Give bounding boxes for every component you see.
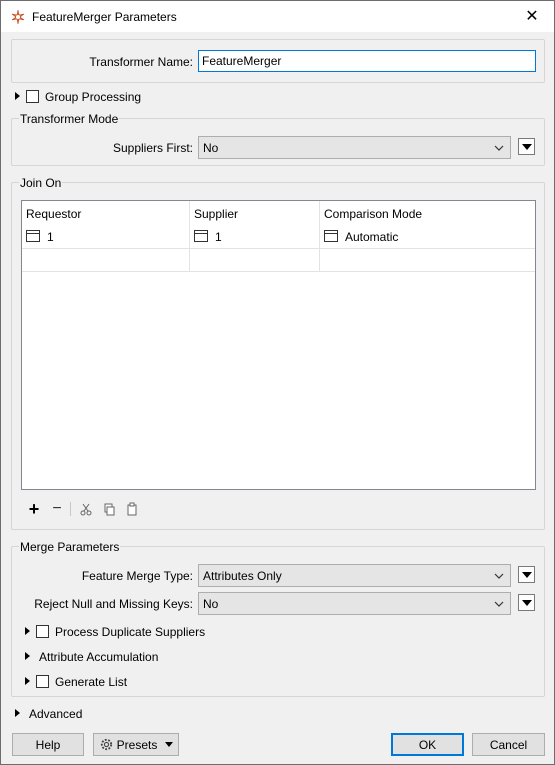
feature-merge-type-value: Attributes Only <box>203 569 282 583</box>
supplier-cell[interactable]: 1 <box>215 230 222 244</box>
reject-null-menu-button[interactable] <box>518 594 535 611</box>
requestor-cell[interactable]: 1 <box>47 230 54 244</box>
attribute-picker-icon[interactable] <box>194 230 208 242</box>
process-duplicate-checkbox[interactable] <box>36 625 49 638</box>
ok-button-label: OK <box>418 737 437 752</box>
generate-list-label: Generate List <box>55 675 128 689</box>
reject-null-label: Reject Null and Missing Keys: <box>34 597 193 611</box>
ok-button[interactable]: OK <box>391 733 464 756</box>
row-divider <box>22 271 535 272</box>
generate-list-expander[interactable] <box>25 677 30 685</box>
merge-parameters-group-label: Merge Parameters <box>19 540 121 554</box>
attribute-picker-icon[interactable] <box>26 230 40 242</box>
transformer-name-input[interactable] <box>198 50 536 72</box>
reject-null-value: No <box>203 597 219 611</box>
paste-icon[interactable] <box>124 501 140 517</box>
chevron-down-icon <box>494 573 504 579</box>
feature-merge-type-label: Feature Merge Type: <box>81 569 193 583</box>
generate-list-checkbox[interactable] <box>36 675 49 688</box>
triangle-down-icon <box>165 742 174 747</box>
transformer-name-label: Transformer Name: <box>89 55 193 69</box>
group-processing-label: Group Processing <box>45 90 142 104</box>
gear-icon <box>100 738 112 751</box>
chevron-down-icon <box>494 601 504 607</box>
fme-app-icon <box>11 9 25 25</box>
feature-merge-type-combo[interactable]: Attributes Only <box>198 564 511 587</box>
mode-picker-icon[interactable] <box>324 230 338 242</box>
column-header-supplier[interactable]: Supplier <box>194 207 238 221</box>
comparison-mode-cell[interactable]: Automatic <box>345 230 398 244</box>
suppliers-first-menu-button[interactable] <box>518 138 535 155</box>
presets-button-label: Presets <box>116 737 158 752</box>
title-bar[interactable]: FeatureMerger Parameters ✕ <box>1 1 554 32</box>
process-duplicate-label: Process Duplicate Suppliers <box>55 625 206 639</box>
column-header-requestor[interactable]: Requestor <box>26 207 81 221</box>
close-button[interactable]: ✕ <box>514 2 550 30</box>
process-duplicate-expander[interactable] <box>25 627 30 635</box>
chevron-down-icon <box>494 145 504 151</box>
column-header-comparison-mode[interactable]: Comparison Mode <box>324 207 422 221</box>
suppliers-first-combo[interactable]: No <box>198 136 511 159</box>
toolbar-separator <box>70 502 71 516</box>
advanced-expander[interactable] <box>15 709 20 717</box>
remove-row-icon[interactable]: − <box>49 500 65 517</box>
triangle-down-icon <box>521 599 532 606</box>
join-on-table: Requestor Supplier Comparison Mode 1 1 A… <box>21 200 536 490</box>
transformer-mode-group-label: Transformer Mode <box>19 112 120 126</box>
advanced-label[interactable]: Advanced <box>29 707 82 721</box>
dialog-window: FeatureMerger Parameters ✕ Transformer N… <box>0 0 555 765</box>
window-title: FeatureMerger Parameters <box>32 10 177 24</box>
group-processing-expander[interactable] <box>15 92 20 100</box>
cut-icon[interactable] <box>78 501 94 517</box>
close-icon: ✕ <box>525 8 539 25</box>
help-button[interactable]: Help <box>12 733 84 756</box>
attribute-accumulation-label[interactable]: Attribute Accumulation <box>39 650 158 664</box>
column-divider <box>189 201 190 272</box>
help-button-label: Help <box>35 737 61 752</box>
copy-icon[interactable] <box>101 501 117 517</box>
reject-null-combo[interactable]: No <box>198 592 511 615</box>
cancel-button[interactable]: Cancel <box>472 733 545 756</box>
cancel-button-label: Cancel <box>489 737 528 752</box>
row-divider <box>22 248 535 249</box>
column-divider <box>319 201 320 272</box>
triangle-down-icon <box>521 143 532 150</box>
group-processing-checkbox[interactable] <box>26 90 39 103</box>
triangle-down-icon <box>521 571 532 578</box>
presets-button[interactable]: Presets <box>93 733 179 756</box>
suppliers-first-label: Suppliers First: <box>112 141 193 155</box>
attribute-accumulation-expander[interactable] <box>25 652 30 660</box>
suppliers-first-value: No <box>203 141 219 155</box>
join-on-group-label: Join On <box>19 176 63 190</box>
add-row-icon[interactable]: + <box>26 499 42 519</box>
feature-merge-type-menu-button[interactable] <box>518 566 535 583</box>
